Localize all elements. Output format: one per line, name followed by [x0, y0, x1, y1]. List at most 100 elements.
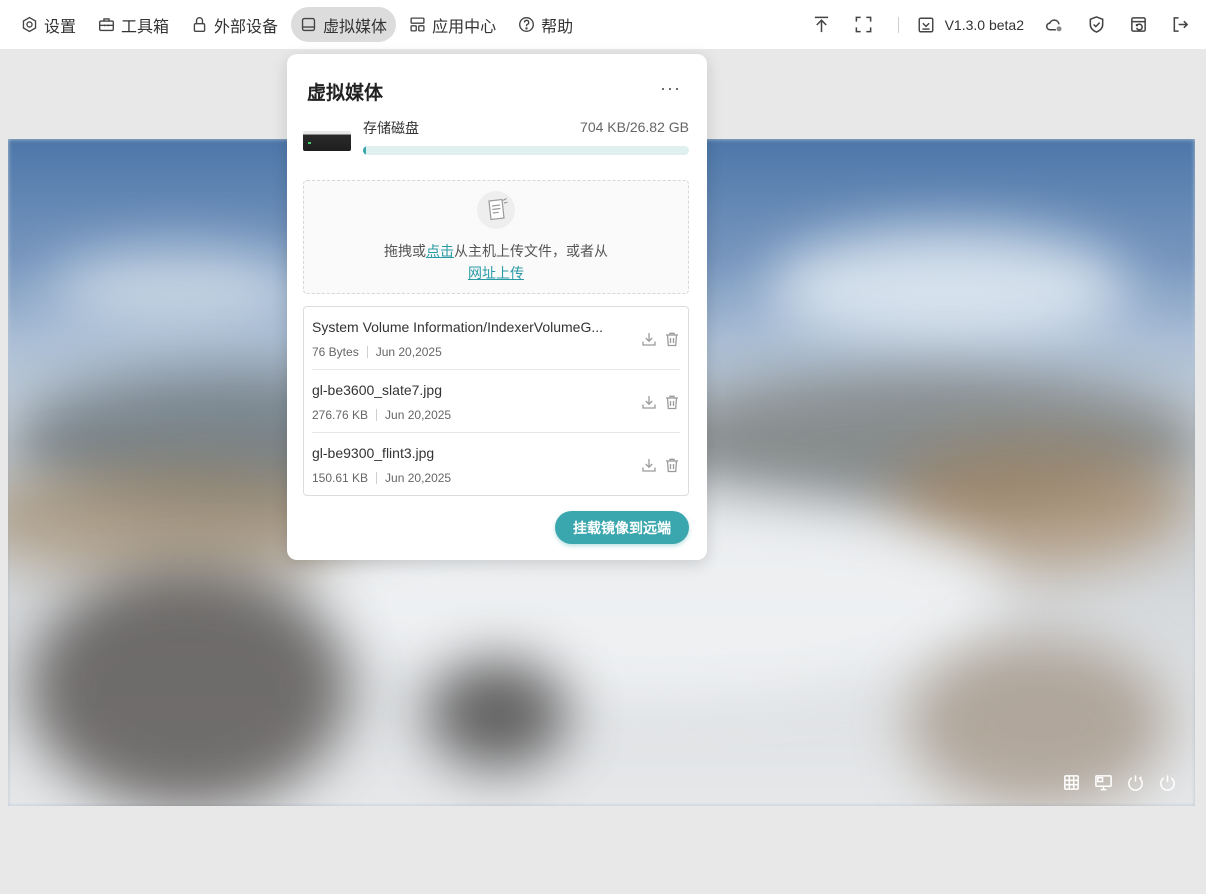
file-name: gl-be9300_flint3.jpg: [312, 445, 435, 461]
cloud-status-icon: [1045, 19, 1062, 32]
mount-image-button[interactable]: 挂载镜像到远端: [555, 511, 689, 544]
file-name: gl-be3600_slate7.jpg: [312, 382, 442, 398]
virtual-media-panel: 虚拟媒体 ··· 存储磁盘 704 KB/26.82 GB 拖拽或点击从主机上传…: [287, 54, 707, 560]
file-actions: [641, 394, 680, 410]
file-size: 150.61 KB: [312, 471, 369, 485]
top-bar: 设置 工具箱 外部设备 虚拟媒体 应用中心 帮助 V1.3.0 beta2: [0, 0, 1206, 49]
menu-external-devices-label: 外部设备: [214, 18, 279, 36]
trash-icon: [666, 395, 678, 410]
version-label: V1.3.0 beta2: [944, 16, 1024, 33]
storage-usage-fill: [363, 146, 367, 155]
main-menu: 设置 工具箱 外部设备 虚拟媒体 应用中心 帮助: [12, 7, 586, 42]
apps-grid-icon: [410, 17, 425, 32]
upload-button[interactable]: [810, 13, 834, 37]
menu-external-devices[interactable]: 外部设备: [182, 7, 287, 42]
download-icon: [642, 333, 656, 346]
menu-settings-label: 设置: [44, 18, 77, 36]
power-cycle-icon: [1127, 774, 1143, 791]
file-meta: 150.61 KB Jun 20,2025: [312, 471, 451, 485]
power-icon: [1159, 774, 1175, 791]
dropzone-url-line: 网址上传: [304, 263, 688, 283]
file-actions: [641, 331, 680, 347]
download-file-button[interactable]: [641, 394, 657, 410]
logout-button[interactable]: [1168, 13, 1192, 37]
menu-help-label: 帮助: [541, 18, 574, 36]
dropzone-prefix-text: 拖拽或: [384, 243, 426, 259]
storage-disk-image: [303, 131, 351, 151]
dropzone-suffix-text: 从主机上传文件，或者从: [454, 243, 608, 259]
trash-icon: [666, 458, 678, 473]
storage-disk-size: 704 KB/26.82 GB: [580, 119, 689, 135]
delete-file-button[interactable]: [664, 331, 680, 347]
menu-help[interactable]: 帮助: [509, 7, 582, 42]
dropzone-instructions: 拖拽或点击从主机上传文件，或者从: [304, 241, 688, 261]
delete-file-button[interactable]: [664, 457, 680, 473]
file-size: 76 Bytes: [312, 345, 359, 359]
menu-app-center-label: 应用中心: [432, 18, 497, 36]
file-actions: [641, 457, 680, 473]
shield-check-icon: [1089, 16, 1103, 33]
cloud-status-button[interactable]: [1042, 13, 1066, 37]
keyboard-grid-icon: [1063, 774, 1079, 790]
security-button[interactable]: [1084, 13, 1108, 37]
fullscreen-button[interactable]: [852, 13, 876, 37]
toolbar-divider: [897, 16, 899, 33]
download-file-button[interactable]: [641, 457, 657, 473]
file-name: System Volume Information/IndexerVolumeG…: [312, 319, 604, 335]
lock-device-icon: [193, 17, 206, 32]
upload-dropzone[interactable]: 拖拽或点击从主机上传文件，或者从 网址上传: [303, 180, 689, 294]
delete-file-button[interactable]: [664, 394, 680, 410]
menu-virtual-media[interactable]: 虚拟媒体: [291, 7, 397, 42]
blurred-cloud: [48, 249, 308, 329]
power-button[interactable]: [1157, 772, 1177, 792]
storage-disk-label: 存储磁盘: [363, 120, 419, 136]
blurred-rock: [428, 659, 568, 769]
file-date: Jun 20,2025: [375, 345, 442, 359]
download-icon: [642, 459, 656, 472]
fullscreen-icon: [855, 16, 872, 33]
upload-top-icon: [814, 16, 829, 33]
file-date: Jun 20,2025: [385, 471, 452, 485]
window-switch-icon: [1130, 17, 1146, 32]
settings-icon: [22, 16, 37, 33]
download-icon: [642, 396, 656, 409]
file-meta: 276.76 KB Jun 20,2025: [312, 408, 451, 422]
storage-usage-bar: [363, 146, 689, 155]
version-download-icon: [918, 17, 934, 32]
meta-divider: [376, 472, 378, 484]
meta-divider: [366, 346, 368, 358]
blurred-cloud: [768, 229, 1128, 349]
menu-settings[interactable]: 设置: [12, 7, 85, 42]
file-meta: 76 Bytes Jun 20,2025: [312, 345, 442, 359]
file-row[interactable]: gl-be9300_flint3.jpg 150.61 KB Jun 20,20…: [312, 433, 680, 496]
file-row[interactable]: gl-be3600_slate7.jpg 276.76 KB Jun 20,20…: [312, 370, 680, 433]
click-upload-link[interactable]: 点击: [426, 243, 454, 259]
window-switch-button[interactable]: [1126, 13, 1150, 37]
version-button[interactable]: V1.3.0 beta2: [917, 16, 1024, 34]
monitor-button[interactable]: [1093, 772, 1113, 792]
download-file-button[interactable]: [641, 331, 657, 347]
logout-icon: [1173, 17, 1188, 32]
menu-toolbox-label: 工具箱: [121, 18, 170, 36]
more-options-button[interactable]: ···: [660, 78, 681, 99]
keyboard-button[interactable]: [1061, 772, 1081, 792]
top-tools: V1.3.0 beta2: [792, 0, 1192, 49]
meta-divider: [376, 409, 378, 421]
remote-screen-toolbar: [1061, 772, 1177, 792]
trash-icon: [666, 332, 678, 347]
file-date: Jun 20,2025: [385, 408, 452, 422]
menu-app-center[interactable]: 应用中心: [400, 7, 505, 42]
file-size: 276.76 KB: [312, 408, 369, 422]
help-circle-icon: [519, 17, 535, 32]
monitor-icon: [1094, 774, 1112, 790]
power-cycle-button[interactable]: [1125, 772, 1145, 792]
url-upload-link[interactable]: 网址上传: [468, 265, 524, 281]
blurred-rock: [28, 569, 348, 806]
media-drive-icon: [301, 17, 316, 32]
toolbox-icon: [99, 18, 114, 32]
menu-virtual-media-label: 虚拟媒体: [323, 18, 388, 36]
file-row[interactable]: System Volume Information/IndexerVolumeG…: [312, 307, 680, 370]
menu-toolbox[interactable]: 工具箱: [89, 7, 178, 42]
file-list: System Volume Information/IndexerVolumeG…: [303, 306, 689, 496]
panel-title: 虚拟媒体: [307, 83, 384, 104]
